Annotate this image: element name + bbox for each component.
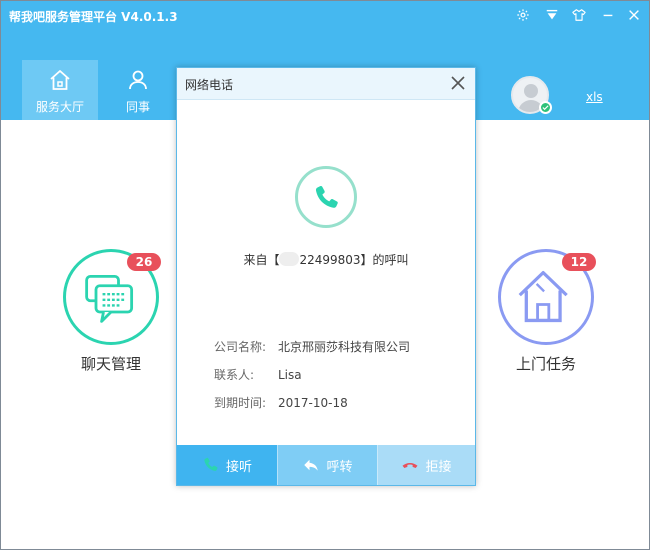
tab-service-hall-label: 服务大厅 <box>35 100 84 114</box>
tab-colleagues[interactable]: 同事 <box>100 60 176 120</box>
close-icon[interactable] <box>623 5 645 25</box>
feature-task-label: 上门任务 <box>515 355 576 373</box>
contact-name: Lisa <box>278 368 302 382</box>
company-row: 公司名称: 北京邢丽莎科技有限公司 <box>214 340 411 354</box>
chat-count-badge: 26 <box>127 253 161 271</box>
company-name: 北京邢丽莎科技有限公司 <box>278 340 411 354</box>
feature-chat-management[interactable]: 26 聊天管理 <box>61 249 161 373</box>
dialog-title: 网络电话 <box>185 78 234 92</box>
tab-colleagues-label: 同事 <box>125 100 150 114</box>
contact-row: 联系人: Lisa <box>214 368 302 382</box>
expiry-row: 到期时间: 2017-10-18 <box>214 396 348 410</box>
forward-arrow-icon <box>304 459 319 471</box>
phone-icon <box>295 166 357 228</box>
masked-number-prefix <box>279 252 300 266</box>
username-link[interactable]: xls <box>586 90 603 104</box>
reject-button[interactable]: 拒接 <box>377 445 475 485</box>
app-title: 帮我吧服务管理平台 V4.0.1.3 <box>9 10 178 24</box>
user-icon <box>126 68 150 92</box>
accept-button[interactable]: 接听 <box>177 445 277 485</box>
transfer-button[interactable]: 呼转 <box>277 445 377 485</box>
dialog-close-icon[interactable] <box>447 72 469 94</box>
caller-number: 22499803 <box>299 253 361 267</box>
feature-onsite-tasks[interactable]: 12 上门任务 <box>496 249 596 373</box>
online-status-icon <box>539 101 552 114</box>
network-call-dialog: 网络电话 来自【 22499803】的呼叫 公司名称: 北京邢丽莎科技有限公司 联系… <box>176 67 476 486</box>
tab-service-hall[interactable]: 服务大厅 <box>22 60 98 120</box>
gear-icon[interactable] <box>512 5 534 25</box>
caller-line: 来自【 22499803】的呼叫 <box>243 252 409 267</box>
minimize-icon[interactable] <box>597 5 619 25</box>
expiry-date: 2017-10-18 <box>278 396 348 410</box>
hangup-icon <box>402 462 418 468</box>
home-icon <box>48 68 72 92</box>
phone-answer-icon <box>204 457 218 471</box>
task-count-badge: 12 <box>562 253 596 271</box>
dialog-title-bar: 网络电话 <box>177 68 475 100</box>
call-action-bar: 接听 呼转 拒接 <box>177 445 475 485</box>
app-window: 帮我吧服务管理平台 V4.0.1.3 服务大厅 同事 xls 26 聊天管理 1… <box>0 0 650 550</box>
shirt-icon[interactable] <box>568 5 590 25</box>
dropdown-icon[interactable] <box>541 5 563 25</box>
feature-chat-label: 聊天管理 <box>80 355 141 373</box>
